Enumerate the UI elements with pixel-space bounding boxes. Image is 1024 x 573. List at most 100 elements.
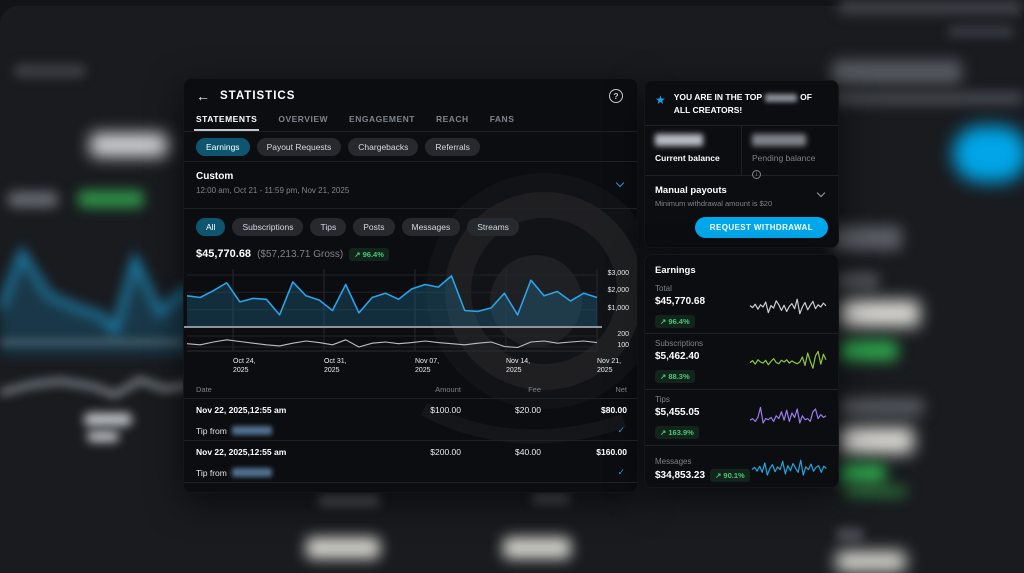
col-fee: Fee <box>461 385 541 394</box>
tab-reach[interactable]: REACH <box>436 114 469 131</box>
y-tick-3000: $3,000 <box>589 270 629 277</box>
filter-chargebacks[interactable]: Chargebacks <box>348 138 418 156</box>
col-net: Net <box>541 385 627 394</box>
earnings-label: Tips <box>655 395 748 404</box>
type-streams[interactable]: Streams <box>467 218 519 236</box>
blurred-username <box>232 426 272 435</box>
row-amount: $200.00 <box>383 447 461 457</box>
check-icon: ✓ <box>617 467 625 478</box>
row-amount: $100.00 <box>383 405 461 415</box>
payouts-subtitle: Minimum withdrawal amount is $20 <box>655 199 828 208</box>
statistics-panel: ← STATISTICS ? STATEMENTS OVERVIEW ENGAG… <box>183 78 638 493</box>
blurred-pending-balance-value <box>752 134 806 146</box>
earnings-label: Subscriptions <box>655 339 748 348</box>
blurred-current-balance-value <box>655 134 703 146</box>
earnings-value: $34,853.23 <box>655 470 705 481</box>
banner-text: YOU ARE IN THE TOPOF ALL CREATORS! <box>674 91 816 117</box>
balances-row: Current balance Pending balance i <box>645 126 838 176</box>
sparkline-subscriptions <box>748 345 828 379</box>
earnings-change-badge: ↗ 163.9% <box>655 426 699 439</box>
payouts-title: Manual payouts <box>655 185 828 196</box>
check-icon: ✓ <box>617 425 625 436</box>
row-description: Tip from <box>196 468 227 478</box>
y-tick-2000: $2,000 <box>589 287 629 294</box>
type-tips[interactable]: Tips <box>310 218 346 236</box>
earnings-row-messages: Messages $34,853.23 ↗ 90.1% <box>645 446 838 492</box>
sparkline-messages <box>750 452 828 486</box>
y-tick-100: 100 <box>589 342 629 349</box>
col-date: Date <box>196 385 383 394</box>
earnings-panel: Earnings Total $45,770.68 ↗ 96.4% Subscr… <box>644 254 839 488</box>
pending-balance: Pending balance i <box>741 126 838 175</box>
sparkline-tips <box>748 401 828 435</box>
earnings-value: $5,462.40 <box>655 351 748 362</box>
earnings-label: Messages <box>655 457 750 466</box>
app-screen: ← STATISTICS ? STATEMENTS OVERVIEW ENGAG… <box>0 0 1024 573</box>
star-icon: ★ <box>655 93 666 117</box>
sparkline-total <box>748 290 828 324</box>
table-header: Date Amount Fee Net <box>184 381 637 399</box>
row-description: Tip from <box>196 426 227 436</box>
x-tick-oct31: Oct 31,2025 <box>324 357 347 376</box>
filter-earnings[interactable]: Earnings <box>196 138 250 156</box>
type-posts[interactable]: Posts <box>353 218 394 236</box>
filter-payout-requests[interactable]: Payout Requests <box>257 138 342 156</box>
tab-overview[interactable]: OVERVIEW <box>278 114 328 131</box>
earning-type-filters: All Subscriptions Tips Posts Messages St… <box>184 209 637 241</box>
earnings-chart: $3,000 $2,000 $1,000 200 100 Oct 24,2025… <box>184 267 637 381</box>
stats-tabs: STATEMENTS OVERVIEW ENGAGEMENT REACH FAN… <box>184 108 637 132</box>
top-creators-banner: ★ YOU ARE IN THE TOPOF ALL CREATORS! <box>645 81 838 126</box>
table-row[interactable]: Nov 22, 2025,12:55 am $200.00 $40.00 $16… <box>184 441 637 483</box>
tab-statements[interactable]: STATEMENTS <box>196 114 257 131</box>
y-tick-1000: $1,000 <box>589 305 629 312</box>
tab-engagement[interactable]: ENGAGEMENT <box>349 114 415 131</box>
back-icon[interactable]: ← <box>196 88 210 104</box>
y-tick-200: 200 <box>589 331 629 338</box>
type-subscriptions[interactable]: Subscriptions <box>232 218 303 236</box>
blurred-username <box>232 468 272 477</box>
earnings-row-subscriptions: Subscriptions $5,462.40 ↗ 88.3% <box>645 334 838 390</box>
row-net: $80.00 <box>541 405 627 415</box>
earnings-value: $45,770.68 <box>655 296 748 307</box>
background-chart <box>0 235 200 355</box>
earnings-chart-plot <box>184 267 638 357</box>
row-fee: $40.00 <box>461 447 541 457</box>
type-messages[interactable]: Messages <box>402 218 461 236</box>
earnings-title: Earnings <box>645 255 838 280</box>
page-title: STATISTICS <box>220 90 295 102</box>
earnings-change-badge: ↗ 96.4% <box>655 315 695 328</box>
manual-payouts[interactable]: Manual payouts Minimum withdrawal amount… <box>645 176 838 217</box>
x-tick-nov07: Nov 07,2025 <box>415 357 439 376</box>
row-fee: $20.00 <box>461 405 541 415</box>
request-withdrawal-button[interactable]: REQUEST WITHDRAWAL <box>695 217 828 238</box>
help-icon[interactable]: ? <box>609 89 623 103</box>
col-amount: Amount <box>383 385 461 394</box>
filter-referrals[interactable]: Referrals <box>425 138 479 156</box>
x-tick-nov21: Nov 21,2025 <box>597 357 621 376</box>
x-tick-nov14: Nov 14,2025 <box>506 357 530 376</box>
panel-header: ← STATISTICS ? <box>184 79 637 108</box>
x-tick-oct24: Oct 24,2025 <box>233 357 256 376</box>
net-total: $45,770.68 <box>196 248 251 260</box>
earnings-change-badge: ↗ 88.3% <box>655 370 695 383</box>
table-row[interactable]: Nov 22, 2025,12:55 am $100.00 $20.00 $80… <box>184 399 637 441</box>
statement-filters: Earnings Payout Requests Chargebacks Ref… <box>184 132 637 162</box>
earnings-value: $5,455.05 <box>655 407 748 418</box>
row-date: Nov 22, 2025,12:55 am <box>196 447 383 457</box>
change-badge: ↗ 96.4% <box>349 248 389 261</box>
date-range-label: Custom <box>196 171 625 182</box>
earnings-change-badge: ↗ 90.1% <box>710 469 750 482</box>
earnings-label: Total <box>655 284 748 293</box>
background-chart-secondary <box>0 365 190 410</box>
blurred-percentage <box>765 94 797 102</box>
current-balance: Current balance <box>645 126 741 175</box>
date-range-selector[interactable]: Custom 12:00 am, Oct 21 - 11:59 pm, Nov … <box>184 162 637 209</box>
earnings-summary: $45,770.68 ($57,213.71 Gross) ↗ 96.4% <box>184 241 637 267</box>
row-net: $160.00 <box>541 447 627 457</box>
gross-total: ($57,213.71 Gross) <box>257 249 343 260</box>
tab-fans[interactable]: FANS <box>490 114 515 131</box>
type-all[interactable]: All <box>196 218 225 236</box>
date-range-detail: 12:00 am, Oct 21 - 11:59 pm, Nov 21, 202… <box>196 186 625 195</box>
earnings-row-total: Total $45,770.68 ↗ 96.4% <box>645 280 838 334</box>
earnings-row-tips: Tips $5,455.05 ↗ 163.9% <box>645 390 838 446</box>
